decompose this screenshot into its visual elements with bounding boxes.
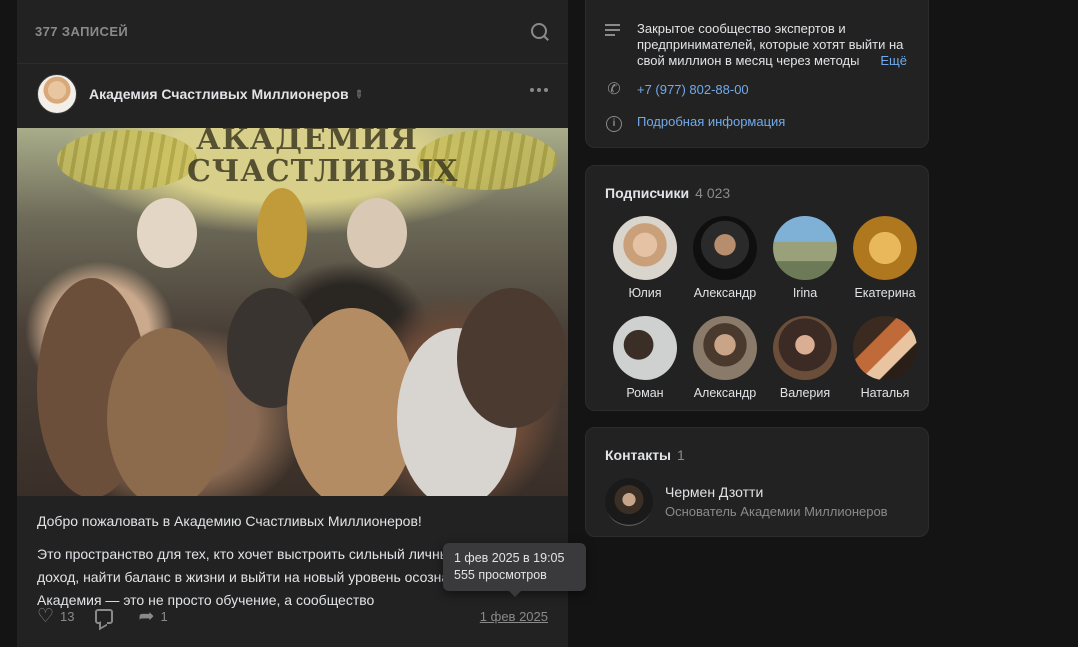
subscriber-item[interactable]: Наталья [845,316,925,400]
community-description: Закрытое сообщество экспертов и предприн… [637,21,907,69]
subscriber-avatar [773,216,837,280]
subscriber-name: Irina [792,286,818,300]
description-icon [605,21,623,39]
community-info-card: Закрытое сообщество экспертов и предприн… [585,0,929,148]
subscriber-item[interactable]: Юлия [605,216,685,300]
subscriber-name: Наталья [860,386,910,400]
phone-link[interactable]: +7 (977) 802-88-00 [637,82,749,98]
comment-icon [94,608,113,624]
contact-item[interactable]: Чермен Дзотти Основатель Академии Миллио… [605,478,888,526]
pin-icon: ✎ [350,86,366,102]
subscribers-grid: Юлия Александр Irina Екатерина Роман Але… [605,216,925,400]
contacts-card: Контакты 1 Чермен Дзотти Основатель Акаде… [585,427,929,537]
share-button[interactable]: ➦ 1 [139,607,168,626]
subscriber-item[interactable]: Александр [685,216,765,300]
contact-avatar [605,478,653,526]
tooltip-views: 555 просмотров [454,568,547,582]
subscriber-avatar [693,216,757,280]
details-link[interactable]: Подробная информация [637,114,785,130]
like-count: 13 [60,608,75,624]
subscriber-item[interactable]: Роман [605,316,685,400]
subscriber-item[interactable]: Александр [685,316,765,400]
show-more-link[interactable]: Ещё [856,53,907,69]
photo-stage-sign: АКАДЕМИЯ СЧАСТЛИВЫХ [187,128,459,189]
like-button[interactable]: ♡ 13 [37,607,75,626]
post-actions: ♡ 13 ➦ 1 1 фев 2025 [37,604,548,628]
subscriber-name: Роман [626,386,664,400]
subscribers-title[interactable]: Подписчики 4 023 [605,185,730,201]
subscriber-avatar [693,316,757,380]
info-icon: i [606,116,622,132]
post-date-link[interactable]: 1 фев 2025 [480,609,548,624]
contacts-title[interactable]: Контакты 1 [605,447,685,463]
subscriber-avatar [613,316,677,380]
post-text-title: Добро пожаловать в Академию Счастливых М… [37,513,422,529]
description-row: Закрытое сообщество экспертов и предприн… [605,21,907,69]
subscribers-count: 4 023 [695,185,731,201]
phone-row: ✆ +7 (977) 802-88-00 [605,81,749,98]
subscriber-avatar [853,316,917,380]
subscriber-name: Александр [693,286,757,300]
wall-post-count: 377 ЗАПИСЕЙ [35,24,129,39]
wall-header: 377 ЗАПИСЕЙ [17,0,568,64]
subscriber-item[interactable]: Екатерина [845,216,925,300]
subscriber-name: Александр [693,386,757,400]
details-row: i Подробная информация [605,114,785,132]
subscribers-card: Подписчики 4 023 Юлия Александр Irina Ека… [585,165,929,411]
subscriber-item[interactable]: Валерия [765,316,845,400]
heart-icon: ♡ [37,605,55,627]
share-arrow-icon: ➦ [138,605,155,627]
repost-count: 1 [160,608,168,624]
subscriber-avatar [773,316,837,380]
subscriber-item[interactable]: Irina [765,216,845,300]
subscriber-name: Екатерина [854,286,916,300]
post-header: Академия Счастливых Миллионеров ✎ [17,64,568,124]
subscriber-name: Юлия [628,286,662,300]
post-photo[interactable]: АКАДЕМИЯ СЧАСТЛИВЫХ [17,128,568,496]
date-tooltip: 1 фев 2025 в 19:05 555 просмотров [443,543,586,597]
more-options-icon[interactable] [530,88,548,92]
contact-name: Чермен Дзотти [665,484,764,500]
tooltip-datetime: 1 фев 2025 в 19:05 [454,551,565,565]
search-icon[interactable] [530,22,550,42]
contact-role: Основатель Академии Миллионеров [665,504,888,519]
subscriber-avatar [613,216,677,280]
phone-icon: ✆ [607,81,621,98]
subscriber-avatar [853,216,917,280]
contacts-count: 1 [677,447,685,463]
emblem-wing-left [57,130,197,190]
community-avatar[interactable] [37,74,77,114]
subscriber-name: Валерия [779,386,831,400]
comment-button[interactable] [94,608,119,624]
post-author[interactable]: Академия Счастливых Миллионеров [89,86,349,102]
